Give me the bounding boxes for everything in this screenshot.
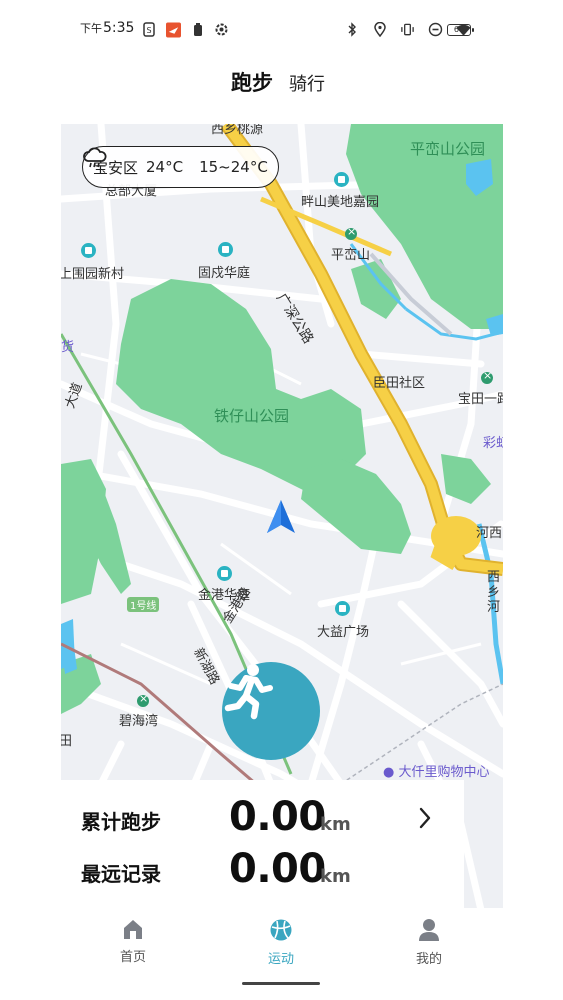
map-label-pingluan-park: 平峦山公园 — [410, 140, 486, 158]
stat-longest-unit: km — [320, 866, 351, 887]
stats-card[interactable]: 累计跑步 0.00 km 最远记录 0.00 km — [61, 780, 464, 908]
poi-icon — [218, 242, 233, 257]
weather-current-temp: 24°C — [146, 158, 184, 176]
map-label-tian: 田 — [61, 734, 73, 749]
sim-icon: S — [142, 22, 157, 37]
bottom-navigation: 首页 运动 我的 — [0, 908, 563, 1000]
nav-sport-label: 运动 — [267, 952, 294, 967]
start-run-button[interactable] — [222, 662, 320, 760]
running-person-icon — [224, 664, 273, 720]
map-label-guchenghuating: 固戍华庭 — [198, 266, 251, 281]
tab-running[interactable]: 跑步 — [231, 67, 273, 97]
map-label-caihong: 彩虹 — [483, 436, 503, 451]
weather-chip[interactable]: 宝安区 24°C 15~24°C — [82, 146, 279, 188]
nav-profile[interactable]: 我的 — [389, 918, 469, 967]
poi-icon — [81, 243, 96, 258]
stat-total-unit: km — [320, 814, 351, 835]
map-label-baotian: 宝田一路 — [458, 392, 503, 407]
vibrate-icon — [400, 22, 415, 37]
stat-longest-run: 最远记录 0.00 km — [61, 846, 464, 898]
map-label-top: 西乡桃源 — [211, 124, 264, 137]
stat-longest-value: 0.00 — [229, 846, 326, 892]
home-indicator[interactable] — [242, 982, 320, 985]
metro-line-badge: 1号线 — [127, 597, 160, 612]
nav-profile-label: 我的 — [415, 952, 442, 967]
map-label-huo: 货 — [61, 340, 75, 355]
stat-total-run: 累计跑步 0.00 km — [61, 794, 464, 846]
map-label-chentian: 臣田社区 — [373, 376, 426, 391]
metro-station-icon — [345, 225, 357, 240]
map-label-dayi: 大益广场 — [317, 625, 370, 640]
location-icon — [372, 22, 387, 37]
sport-ball-icon — [270, 919, 292, 941]
nav-home[interactable]: 首页 — [93, 918, 173, 965]
map-label-panshan: 畔山美地嘉园 — [301, 195, 380, 210]
stat-longest-label: 最远记录 — [81, 862, 161, 886]
metro-station-icon — [137, 692, 149, 707]
svg-text:S: S — [147, 26, 152, 35]
nav-home-label: 首页 — [119, 950, 146, 965]
map-label-xixiang: 西乡河 — [487, 570, 501, 615]
nav-sport[interactable]: 运动 — [241, 918, 321, 967]
sport-type-tabs: 跑步 骑行 — [0, 60, 563, 120]
home-icon — [124, 920, 142, 939]
shopping-icon: ● — [383, 765, 395, 780]
settings-icon — [214, 22, 229, 37]
weather-range: 15~24°C — [199, 158, 268, 176]
map-label-pingluanshan: 平峦山 — [331, 248, 371, 263]
map-label-daqianli: ● 大仟里购物中心 — [383, 765, 490, 780]
map-label-hexi: 河西 — [476, 526, 503, 541]
map-label-shangwei: 上围园新村 — [61, 267, 125, 282]
battery-saver-icon — [190, 22, 205, 37]
bluetooth-icon — [344, 22, 359, 37]
map-label-bihaiwan: 碧海湾 — [119, 714, 159, 729]
metro-station-icon — [481, 369, 493, 384]
stat-total-value: 0.00 — [229, 794, 326, 840]
status-bar: 下午5:35 S 60 — [0, 0, 563, 60]
poi-icon — [335, 601, 350, 616]
battery-icon: 60 — [447, 24, 474, 36]
map-label-tiezai-park: 铁仔山公园 — [214, 407, 290, 425]
status-time: 下午5:35 — [80, 20, 135, 36]
poi-icon — [334, 172, 349, 187]
tab-cycling[interactable]: 骑行 — [289, 70, 325, 96]
stat-total-label: 累计跑步 — [81, 810, 161, 834]
chevron-right-icon[interactable] — [418, 806, 432, 834]
profile-icon — [419, 919, 439, 941]
do-not-disturb-icon — [428, 22, 443, 37]
app-notification-icon — [166, 22, 181, 37]
poi-icon — [217, 566, 232, 581]
